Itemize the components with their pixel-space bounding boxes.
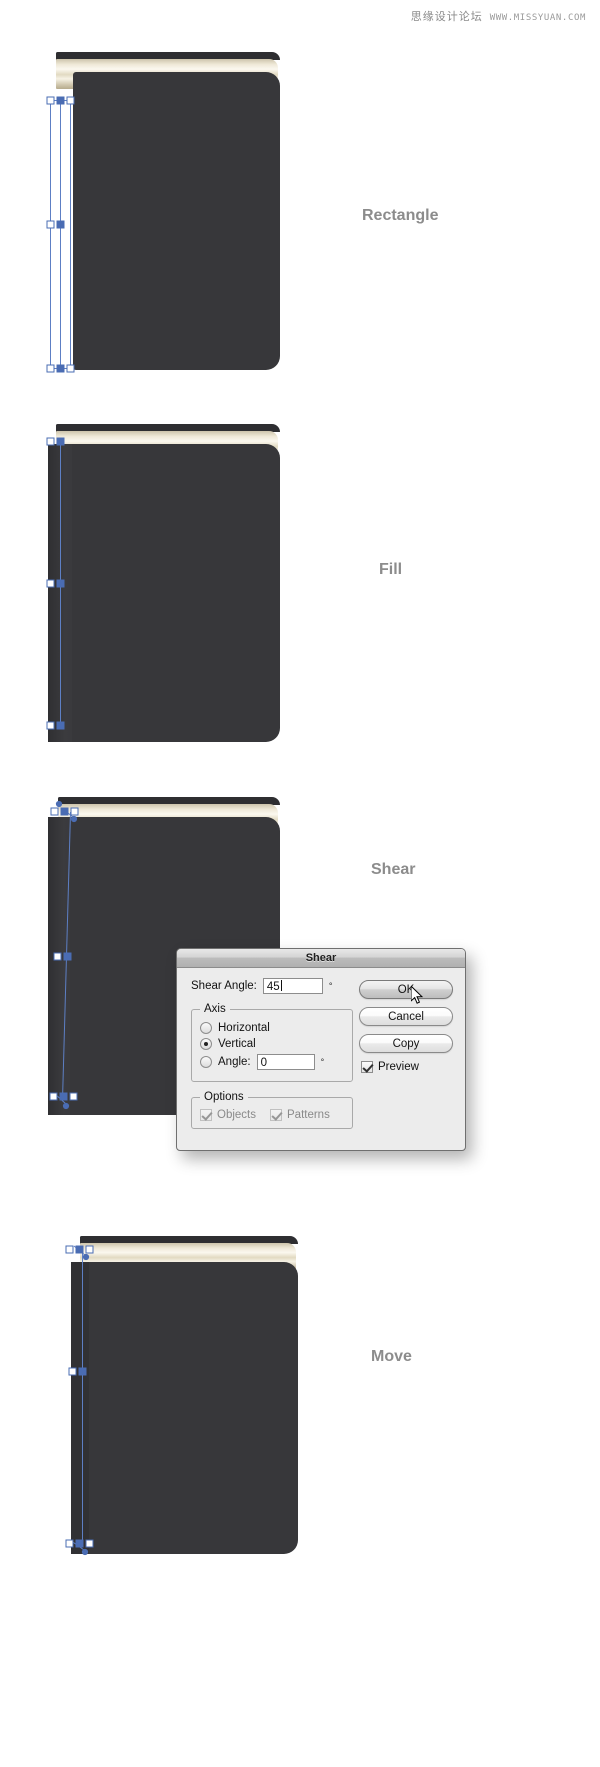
book-illustration-rectangle bbox=[48, 50, 288, 375]
book-cover bbox=[48, 444, 280, 742]
book-artwork bbox=[48, 50, 288, 375]
degree-symbol: ° bbox=[328, 981, 333, 991]
options-group-legend: Options bbox=[204, 1091, 244, 1103]
book-cover bbox=[73, 72, 280, 370]
axis-angle-input[interactable]: 0 bbox=[256, 1054, 315, 1070]
checkbox-preview-label: Preview bbox=[378, 1061, 419, 1073]
book-artwork bbox=[48, 422, 288, 747]
book-illustration-fill bbox=[48, 422, 288, 747]
checkbox-patterns-label: Patterns bbox=[287, 1109, 330, 1121]
radio-angle-icon[interactable] bbox=[200, 1056, 212, 1068]
dialog-title: Shear bbox=[177, 949, 465, 968]
axis-group: Axis Horizontal Vertical Angle: 0 ° bbox=[191, 1003, 353, 1082]
shear-angle-value: 45 bbox=[266, 981, 280, 993]
book-artwork bbox=[66, 1232, 311, 1562]
axis-group-legend: Axis bbox=[204, 1003, 226, 1015]
book-illustration-move bbox=[66, 1232, 311, 1562]
text-caret bbox=[280, 980, 282, 991]
checkbox-preview-icon[interactable] bbox=[361, 1061, 373, 1073]
axis-option-vertical[interactable]: Vertical bbox=[200, 1038, 344, 1050]
shear-angle-label: Shear Angle: bbox=[191, 980, 257, 992]
radio-vertical-icon[interactable] bbox=[200, 1038, 212, 1050]
step-label-fill: Fill bbox=[379, 561, 403, 578]
checkbox-objects-icon[interactable] bbox=[200, 1109, 212, 1121]
checkbox-objects-label: Objects bbox=[217, 1109, 256, 1121]
axis-option-horizontal-label: Horizontal bbox=[218, 1022, 270, 1034]
dialog-left-column: Shear Angle: 45 ° Axis Horizontal Vertic… bbox=[191, 978, 353, 1138]
watermark: 思缘设计论坛 WWW.MISSYUAN.COM bbox=[411, 8, 586, 24]
watermark-site-name: 思缘设计论坛 bbox=[410, 10, 483, 23]
options-group: Options Objects Patterns bbox=[191, 1091, 353, 1129]
step-label-rectangle: Rectangle bbox=[362, 207, 439, 224]
watermark-url: WWW.MISSYUAN.COM bbox=[489, 13, 586, 23]
book-spine-shade bbox=[48, 444, 72, 742]
checkbox-patterns-icon[interactable] bbox=[270, 1109, 282, 1121]
cancel-button[interactable]: Cancel bbox=[359, 1007, 453, 1026]
axis-degree-symbol: ° bbox=[320, 1057, 325, 1067]
book-spine-face bbox=[71, 1262, 89, 1554]
options-row: Objects Patterns bbox=[200, 1106, 344, 1121]
axis-option-angle[interactable]: Angle: 0 ° bbox=[200, 1054, 344, 1070]
checkbox-objects[interactable]: Objects bbox=[200, 1109, 256, 1121]
copy-button[interactable]: Copy bbox=[359, 1034, 453, 1053]
shear-angle-row: Shear Angle: 45 ° bbox=[191, 978, 353, 994]
shear-angle-input[interactable]: 45 bbox=[262, 978, 323, 994]
axis-option-horizontal[interactable]: Horizontal bbox=[200, 1022, 344, 1034]
dialog-button-column: OK Cancel Copy Preview bbox=[353, 978, 453, 1138]
shear-dialog: Shear Shear Angle: 45 ° Axis Horizontal … bbox=[176, 948, 466, 1151]
dialog-body: Shear Angle: 45 ° Axis Horizontal Vertic… bbox=[177, 968, 465, 1150]
axis-option-vertical-label: Vertical bbox=[218, 1038, 256, 1050]
book-cover bbox=[71, 1262, 298, 1554]
ok-button[interactable]: OK bbox=[359, 980, 453, 999]
book-spine-shade bbox=[48, 817, 70, 1115]
step-label-shear: Shear bbox=[371, 861, 416, 878]
axis-option-angle-label: Angle: bbox=[218, 1056, 251, 1068]
checkbox-preview[interactable]: Preview bbox=[361, 1061, 453, 1073]
radio-horizontal-icon[interactable] bbox=[200, 1022, 212, 1034]
checkbox-patterns[interactable]: Patterns bbox=[270, 1109, 330, 1121]
step-label-move: Move bbox=[371, 1348, 412, 1365]
